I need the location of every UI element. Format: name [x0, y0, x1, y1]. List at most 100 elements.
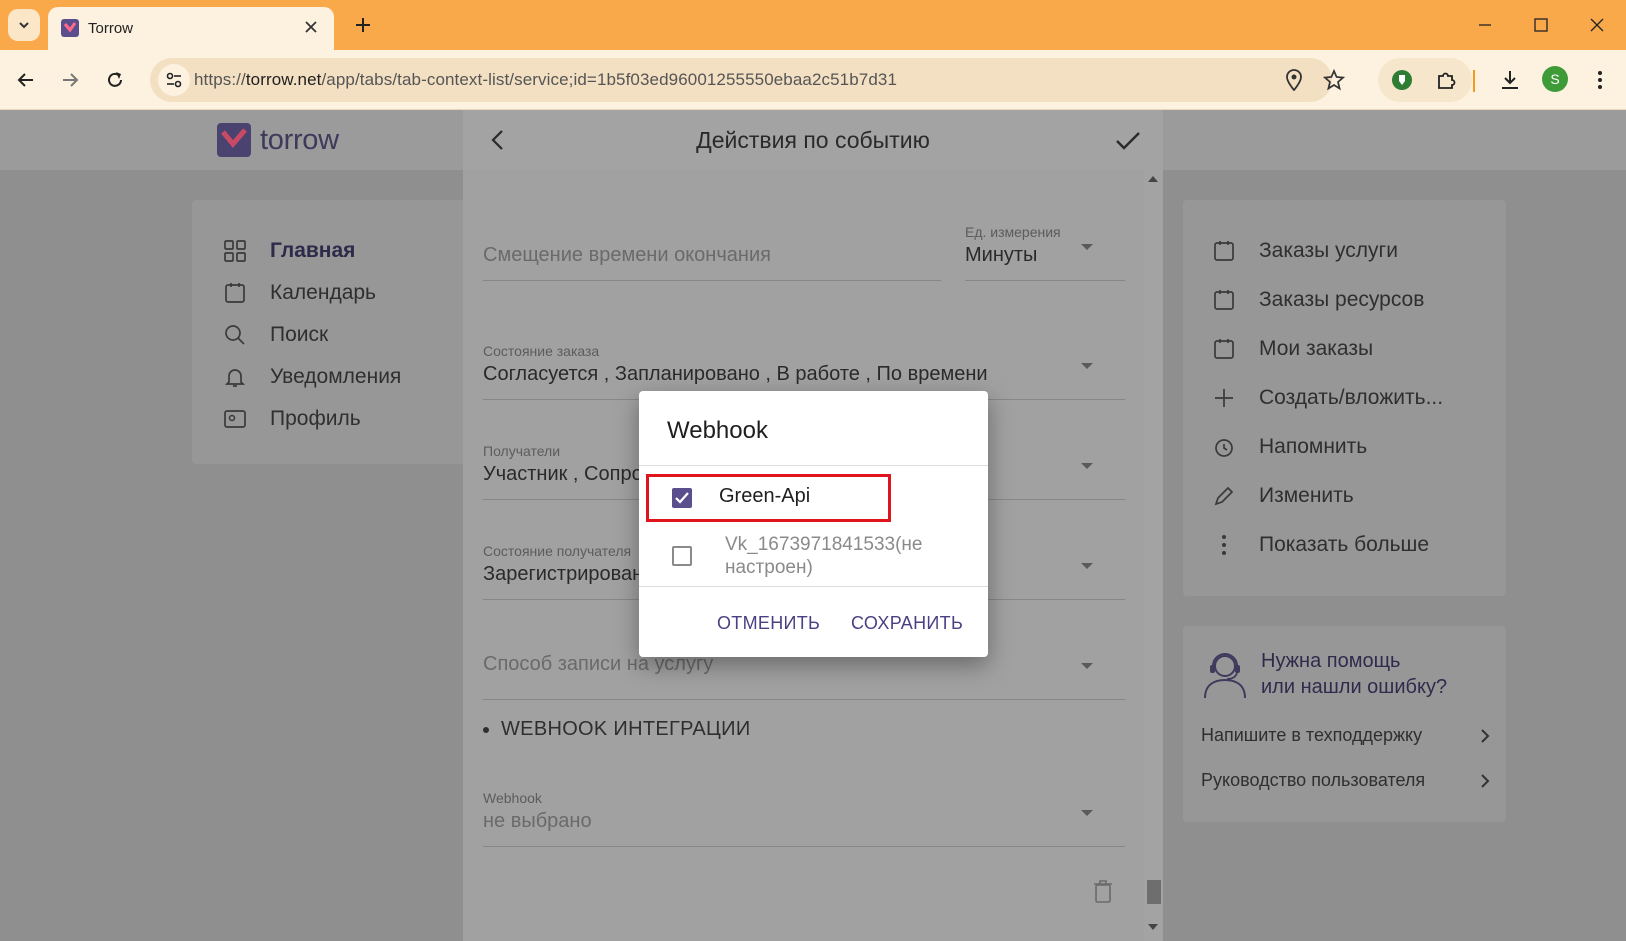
logo-text: torrow — [260, 123, 339, 156]
webhook-dialog: Webhook Green-Api Vk_1673971841533(не на… — [639, 391, 988, 657]
nav-item-home[interactable]: Главная — [222, 238, 355, 264]
maximize-icon — [1534, 18, 1548, 32]
new-tab-button[interactable] — [350, 12, 376, 38]
bookmark-button[interactable] — [1322, 68, 1346, 92]
scroll-down-arrow-icon[interactable] — [1148, 924, 1158, 930]
nav-item-profile[interactable]: Профиль — [222, 406, 361, 432]
location-pin-icon — [1286, 69, 1302, 91]
end-offset-field[interactable]: Смещение времени окончания — [483, 244, 771, 267]
action-show-more[interactable]: Показать больше — [1211, 532, 1429, 558]
nav-item-calendar[interactable]: Календарь — [222, 280, 376, 306]
webhook-select[interactable]: Webhook не выбрано — [483, 790, 1083, 833]
maximize-button[interactable] — [1518, 10, 1564, 40]
tab-search-button[interactable] — [8, 9, 40, 41]
action-service-orders[interactable]: Заказы услуги — [1211, 238, 1398, 264]
browser-toolbar: https://torrow.net/app/tabs/tab-context-… — [0, 50, 1626, 110]
star-icon — [1323, 69, 1345, 91]
close-window-button[interactable] — [1574, 10, 1620, 40]
site-info-button[interactable] — [158, 64, 190, 96]
nav-item-label: Профиль — [270, 407, 361, 430]
order-state-label: Состояние заказа — [483, 343, 600, 359]
caret-down-icon — [1081, 463, 1093, 469]
search-icon — [225, 325, 245, 345]
calendar-icon — [1214, 241, 1234, 261]
save-button[interactable]: СОХРАНИТЬ — [851, 613, 963, 634]
action-edit[interactable]: Изменить — [1211, 483, 1354, 509]
address-bar[interactable]: https://torrow.net/app/tabs/tab-context-… — [150, 58, 1345, 102]
extension-button[interactable] — [1390, 68, 1414, 92]
minimize-icon — [1479, 24, 1491, 26]
extensions-group — [1378, 58, 1472, 102]
scroll-up-arrow-icon[interactable] — [1148, 176, 1158, 182]
plus-icon — [1215, 389, 1233, 407]
minimize-button[interactable] — [1462, 10, 1508, 40]
close-icon — [1590, 18, 1604, 32]
download-icon — [1502, 71, 1518, 89]
dialog-title: Webhook — [667, 417, 768, 444]
url-host: torrow.net — [245, 70, 322, 89]
nav-item-label: Главная — [270, 239, 356, 262]
arrow-left-icon — [17, 73, 33, 87]
nav-item-label: Уведомления — [270, 365, 402, 388]
action-label: Показать больше — [1259, 533, 1430, 556]
dialog-divider — [639, 465, 988, 466]
support-link[interactable]: Напишите в техподдержку — [1201, 725, 1491, 746]
action-my-orders[interactable]: Мои заказы — [1211, 336, 1373, 362]
back-button[interactable] — [10, 64, 42, 96]
browser-tab-strip: Torrow — [0, 0, 1626, 50]
option-label-disabled[interactable]: Vk_1673971841533(не настроен) — [725, 533, 923, 579]
trash-icon — [1094, 880, 1112, 903]
action-resource-orders[interactable]: Заказы ресурсов — [1211, 287, 1424, 313]
close-icon — [305, 21, 317, 33]
webhook-section-header[interactable]: WEBHOOK ИНТЕГРАЦИИ — [483, 718, 751, 741]
order-state-select[interactable]: Состояние заказа Согласуется , Запланиро… — [483, 343, 1083, 386]
tab-close-button[interactable] — [300, 16, 322, 38]
panel-header: Действия по событию — [463, 110, 1163, 170]
help-panel: Нужна помощь или нашли ошибку? Напишите … — [1183, 626, 1506, 822]
browser-menu-button[interactable] — [1584, 64, 1616, 96]
plus-icon — [356, 18, 370, 32]
unit-select[interactable]: Ед. измерения Минуты — [965, 224, 1125, 267]
user-guide-link[interactable]: Руководство пользователя — [1201, 770, 1491, 791]
panel-scrollbar[interactable] — [1144, 170, 1163, 941]
calendar-icon — [1214, 290, 1234, 310]
checkbox-unchecked[interactable] — [672, 546, 692, 566]
caret-down-icon — [1081, 663, 1093, 669]
panel-title: Действия по событию — [696, 127, 930, 153]
reload-button[interactable] — [99, 64, 131, 96]
torrow-favicon-icon — [61, 19, 79, 37]
chevron-down-icon — [19, 22, 29, 29]
webhook-option-vk[interactable] — [672, 546, 692, 566]
extensions-menu-button[interactable] — [1434, 68, 1458, 92]
action-remind[interactable]: Напомнить — [1211, 434, 1367, 460]
scrollbar-thumb[interactable] — [1147, 880, 1161, 904]
location-button[interactable] — [1282, 68, 1306, 92]
action-label: Заказы услуги — [1259, 239, 1398, 262]
nav-item-search[interactable]: Поиск — [222, 322, 328, 348]
profile-icon — [224, 410, 246, 428]
action-label: Создать/вложить... — [1259, 386, 1444, 409]
user-guide-link-label: Руководство пользователя — [1201, 770, 1426, 790]
dialog-divider — [639, 586, 988, 587]
left-navigation: Главная Календарь Поиск Уведомления Проф… — [192, 200, 468, 464]
cancel-button[interactable]: ОТМЕНИТЬ — [717, 613, 820, 634]
url-text: https://torrow.net/app/tabs/tab-context-… — [194, 70, 897, 90]
help-title-line: или нашли ошибку? — [1261, 676, 1448, 698]
nav-item-notifications[interactable]: Уведомления — [222, 364, 401, 390]
actions-panel: Заказы услуги Заказы ресурсов Мои заказы… — [1183, 200, 1506, 596]
clock-icon — [1215, 439, 1233, 457]
option-label-line: Vk_1673971841533(не — [725, 534, 923, 555]
bullet-icon — [483, 726, 489, 733]
profile-avatar[interactable]: S — [1542, 66, 1568, 92]
torrow-logo[interactable]: torrow — [216, 122, 339, 158]
signup-method-underline — [483, 699, 1125, 700]
panel-confirm-button[interactable] — [1113, 126, 1143, 156]
forward-button[interactable] — [54, 64, 86, 96]
action-create[interactable]: Создать/вложить... — [1211, 385, 1443, 411]
delete-button[interactable] — [1093, 879, 1113, 908]
downloads-button[interactable] — [1494, 64, 1526, 96]
pencil-icon — [1214, 486, 1234, 506]
browser-tab[interactable]: Torrow — [48, 7, 334, 50]
action-label: Мои заказы — [1259, 337, 1374, 360]
tune-icon — [166, 72, 182, 88]
